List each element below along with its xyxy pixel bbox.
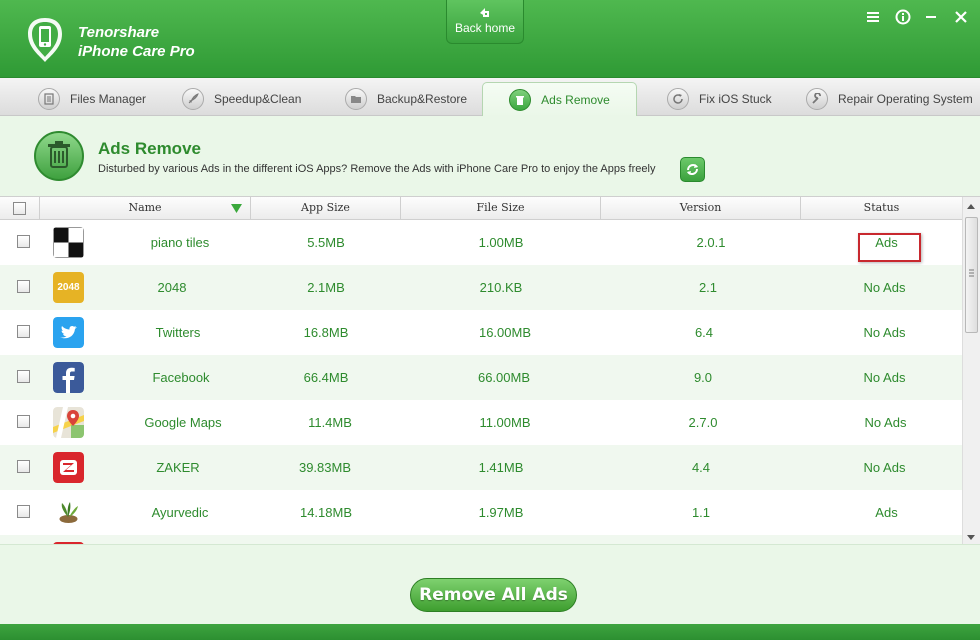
tab-speedup-clean[interactable]: Speedup&Clean bbox=[182, 82, 301, 116]
action-area: Remove All Ads bbox=[0, 544, 980, 624]
status-label: No Ads bbox=[863, 460, 906, 475]
table-row[interactable]: Facebook 66.4MB 66.00MB 9.0 No Ads bbox=[0, 355, 962, 400]
tab-label: Speedup&Clean bbox=[214, 92, 302, 106]
folder-icon bbox=[345, 88, 367, 110]
refresh-icon bbox=[667, 88, 689, 110]
column-header-version[interactable]: Version bbox=[601, 197, 801, 219]
apps-table: Name App Size File Size Version Status p… bbox=[0, 196, 980, 545]
row-checkbox[interactable] bbox=[17, 235, 30, 248]
table-row[interactable]: 2048 2048 2.1MB 210.KB 2.1 No Ads bbox=[0, 265, 962, 310]
select-all-checkbox[interactable] bbox=[13, 202, 26, 215]
select-all-cell bbox=[0, 197, 40, 219]
column-header-name[interactable]: Name bbox=[40, 197, 251, 219]
tab-fix-ios-stuck[interactable]: Fix iOS Stuck bbox=[667, 82, 772, 116]
grip-icon bbox=[969, 269, 974, 277]
table-body: piano tiles 5.5MB 1.00MB 2.0.1 Ads 2048 … bbox=[0, 220, 962, 545]
status-label: No Ads bbox=[863, 370, 906, 385]
row-checkbox[interactable] bbox=[17, 460, 30, 473]
trash-icon bbox=[509, 89, 532, 111]
table-row[interactable]: Twitters 16.8MB 16.00MB 6.4 No Ads bbox=[0, 310, 962, 355]
back-home-button[interactable]: Back home bbox=[446, 0, 524, 44]
status-label: Ads bbox=[875, 505, 898, 520]
ads-remove-trash-icon bbox=[34, 131, 84, 181]
footer-bar bbox=[0, 624, 980, 640]
scroll-up-icon[interactable] bbox=[967, 204, 975, 209]
row-checkbox[interactable] bbox=[17, 280, 30, 293]
wrench-icon bbox=[806, 88, 828, 110]
table-row[interactable]: piano tiles 5.5MB 1.00MB 2.0.1 Ads bbox=[0, 220, 962, 265]
back-arrow-icon bbox=[480, 8, 489, 17]
menu-icon[interactable] bbox=[864, 8, 882, 26]
table-scrollbar[interactable] bbox=[962, 197, 980, 545]
scroll-down-icon[interactable] bbox=[967, 535, 975, 540]
section-description: Disturbed by various Ads in the differen… bbox=[98, 163, 656, 175]
section-header: Ads Remove Disturbed by various Ads in t… bbox=[0, 116, 980, 196]
tab-bar: Files Manager Speedup&Clean Backup&Resto… bbox=[0, 78, 980, 117]
row-checkbox[interactable] bbox=[17, 505, 30, 518]
close-icon[interactable] bbox=[952, 8, 970, 26]
google-maps-icon bbox=[53, 407, 84, 438]
back-home-label: Back home bbox=[454, 21, 516, 35]
scroll-thumb[interactable] bbox=[965, 217, 978, 333]
info-icon[interactable] bbox=[894, 8, 912, 26]
sort-down-icon bbox=[231, 204, 242, 213]
status-label: No Ads bbox=[864, 415, 907, 430]
tab-ads-remove[interactable]: Ads Remove bbox=[482, 82, 637, 117]
tab-label: Ads Remove bbox=[541, 93, 610, 107]
column-header-file-size[interactable]: File Size bbox=[401, 197, 601, 219]
tab-label: Repair Operating System bbox=[838, 92, 973, 106]
facebook-icon bbox=[53, 362, 84, 393]
column-header-app-size[interactable]: App Size bbox=[251, 197, 401, 219]
status-highlight-box bbox=[858, 233, 921, 262]
status-label: No Ads bbox=[863, 280, 906, 295]
status-label: No Ads bbox=[863, 325, 906, 340]
tab-label: Fix iOS Stuck bbox=[699, 92, 772, 106]
product-name: iPhone Care Pro bbox=[78, 43, 195, 60]
tab-files-manager[interactable]: Files Manager bbox=[38, 82, 146, 116]
tab-backup-restore[interactable]: Backup&Restore bbox=[345, 82, 467, 116]
tab-label: Backup&Restore bbox=[377, 92, 468, 106]
title-bar: Tenorshare iPhone Care Pro Back home bbox=[0, 0, 980, 78]
table-row[interactable]: ZAKER 39.83MB 1.41MB 4.4 No Ads bbox=[0, 445, 962, 490]
refresh-button[interactable] bbox=[680, 157, 705, 182]
tab-repair-operating-system[interactable]: Repair Operating System bbox=[806, 82, 973, 116]
table-row[interactable]: Google Maps 11.4MB 11.00MB 2.7.0 No Ads bbox=[0, 400, 962, 445]
minimize-icon[interactable] bbox=[922, 8, 940, 26]
table-header: Name App Size File Size Version Status bbox=[0, 197, 962, 220]
files-icon bbox=[38, 88, 60, 110]
row-checkbox[interactable] bbox=[17, 415, 30, 428]
table-row[interactable]: Ayurvedic 14.18MB 1.97MB 1.1 Ads bbox=[0, 490, 962, 535]
remove-all-ads-button[interactable]: Remove All Ads bbox=[410, 578, 577, 612]
row-checkbox[interactable] bbox=[17, 370, 30, 383]
phone-shield-logo-icon bbox=[28, 18, 62, 62]
column-header-status[interactable]: Status bbox=[801, 197, 962, 219]
brand-name: Tenorshare bbox=[78, 24, 160, 41]
rocket-icon bbox=[182, 88, 204, 110]
row-checkbox[interactable] bbox=[17, 325, 30, 338]
tab-label: Files Manager bbox=[70, 92, 147, 106]
refresh-icon bbox=[687, 164, 698, 175]
page-title: Ads Remove bbox=[98, 139, 201, 158]
